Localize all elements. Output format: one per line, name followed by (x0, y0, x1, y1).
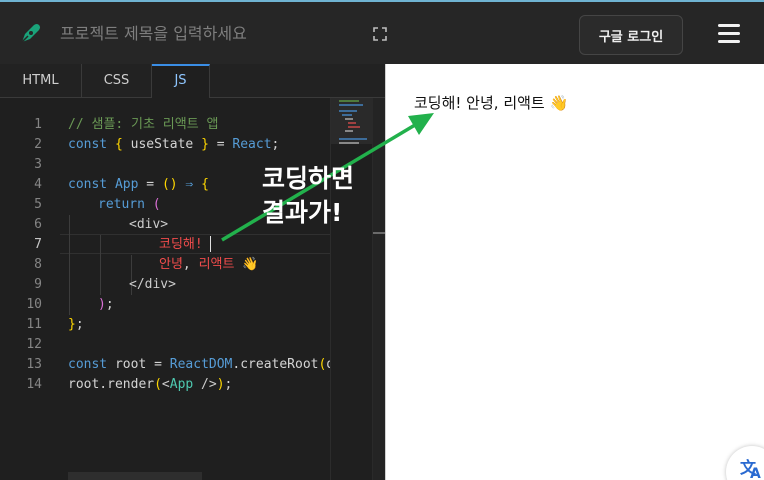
code-area[interactable]: // 샘플: 기초 리액트 앱 const { useState } = Rea… (68, 98, 330, 480)
code-line-10: ); (98, 297, 114, 312)
code-line-6: <div> (129, 217, 169, 232)
minimap-line (339, 110, 357, 112)
google-login-button[interactable]: 구글 로그인 (579, 15, 683, 55)
line-number: 10 (26, 297, 42, 312)
preview-output-text: 코딩해! 안녕, 리액트 👋 (414, 94, 569, 112)
code-line-5: return ( (98, 197, 161, 212)
project-title-input[interactable] (60, 18, 360, 48)
top-bar: 구글 로그인 (0, 0, 764, 64)
minimap-line (342, 114, 352, 116)
code-minimap[interactable] (330, 98, 373, 480)
code-editor-panel: HTML CSS JS 1 2 3 4 5 6 7 8 9 10 11 12 1… (0, 64, 386, 480)
vertical-scrollbar[interactable] (372, 98, 386, 480)
minimap-line (345, 130, 353, 132)
editor-tabs: HTML CSS JS (0, 64, 385, 98)
line-number: 2 (34, 137, 42, 152)
code-line-8: 안녕, 리액트 👋 (159, 257, 259, 272)
tab-js[interactable]: JS (152, 64, 210, 98)
annotation-callout: 코딩하면 결과가! (262, 162, 354, 230)
minimap-line (339, 100, 359, 102)
code-line-2: const { useState } = React; (68, 137, 280, 152)
line-number: 11 (26, 317, 42, 332)
line-number: 9 (34, 277, 42, 292)
line-number: 14 (26, 377, 42, 392)
text-cursor (210, 236, 211, 252)
code-line-13: const root = ReactDOM.createRoot(do (68, 357, 330, 372)
minimap-line (348, 126, 360, 128)
line-number: 5 (34, 197, 42, 212)
line-number: 3 (34, 157, 42, 172)
minimap-line (339, 104, 363, 106)
line-number-gutter: 1 2 3 4 5 6 7 8 9 10 11 12 13 14 (0, 98, 58, 480)
fullscreen-icon[interactable] (372, 26, 388, 42)
tab-html[interactable]: HTML (0, 64, 82, 98)
code-line-11: }; (68, 317, 84, 332)
code-line-14: root.render(<App />); (68, 377, 233, 392)
annotation-line-1: 코딩하면 (262, 164, 355, 193)
indent-guide (69, 215, 70, 315)
line-number: 12 (26, 337, 42, 352)
minimap-line (339, 142, 359, 144)
svg-text:A: A (750, 466, 761, 480)
line-number: 8 (34, 257, 42, 272)
pen-nib-icon[interactable] (20, 22, 42, 44)
line-number: 6 (34, 217, 42, 232)
line-number: 4 (34, 177, 42, 192)
indent-guide (100, 235, 101, 295)
preview-panel: 코딩해! 안녕, 리액트 👋 (386, 64, 764, 480)
code-line-7: 코딩해! (159, 237, 203, 252)
code-line-1: // 샘플: 기초 리액트 앱 (68, 117, 219, 132)
annotation-line-2: 결과가! (262, 198, 343, 227)
line-number: 13 (26, 357, 42, 372)
minimap-line (348, 122, 356, 124)
code-line-9: </div> (129, 277, 176, 292)
horizontal-scrollbar[interactable] (68, 472, 202, 480)
minimap-line (345, 118, 353, 120)
minimap-line (339, 138, 367, 140)
code-line-4: const App = () ⇒ { (68, 177, 209, 192)
translate-button[interactable]: 文 A (726, 446, 764, 480)
hamburger-menu-icon[interactable] (718, 24, 740, 44)
translate-icon: 文 A (740, 458, 761, 480)
line-number: 1 (34, 117, 42, 132)
tab-css[interactable]: CSS (82, 64, 152, 98)
line-number-active: 7 (34, 237, 42, 252)
